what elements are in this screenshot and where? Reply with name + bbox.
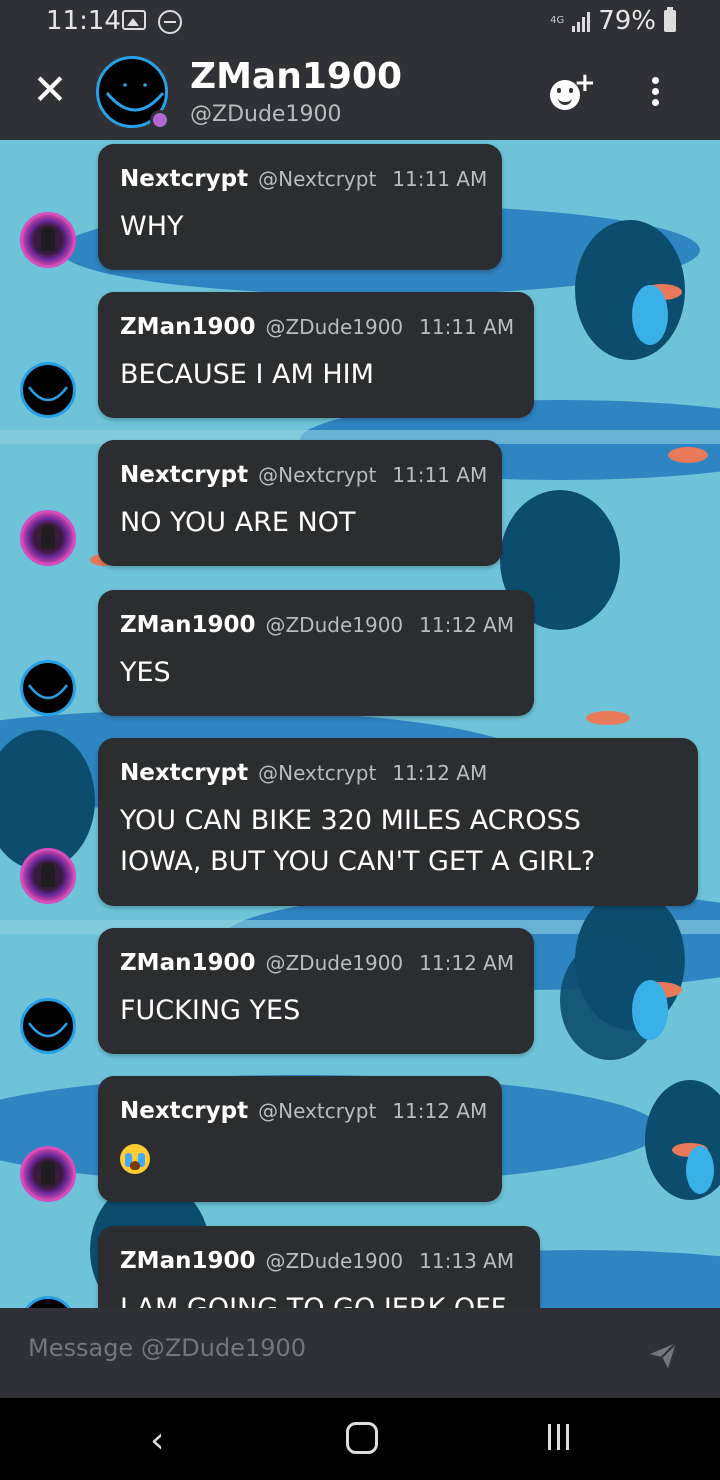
message-author[interactable]: Nextcrypt: [120, 166, 248, 192]
message-timestamp: 11:11 AM: [392, 463, 488, 487]
message-timestamp: 11:12 AM: [419, 613, 515, 637]
message-text: I AM GOING TO GO JERK OFF: [120, 1288, 518, 1308]
status-bar: 11:14 4G 79%: [0, 0, 720, 44]
message-handle: @ZDude1900: [265, 613, 404, 637]
avatar[interactable]: [20, 848, 76, 904]
page-title[interactable]: ZMan1900: [190, 56, 402, 97]
message-composer: Message @ZDude1900: [0, 1308, 720, 1398]
home-icon[interactable]: [346, 1422, 378, 1454]
message-author[interactable]: Nextcrypt: [120, 462, 248, 488]
message-author[interactable]: ZMan1900: [120, 314, 255, 340]
smile-avatar-icon: [27, 1022, 69, 1038]
add-friend-button[interactable]: +: [548, 68, 598, 116]
avatar[interactable]: [20, 660, 76, 716]
plus-icon: +: [574, 68, 596, 98]
message-bubble[interactable]: ZMan1900 @ZDude1900 11:12 AM FUCKING YES: [98, 928, 534, 1054]
avatar[interactable]: [20, 1146, 76, 1202]
signal-icon: [572, 10, 591, 32]
message-list[interactable]: Nextcrypt @Nextcrypt 11:11 AM WHY ZMan19…: [0, 140, 720, 1308]
message-author[interactable]: ZMan1900: [120, 1248, 255, 1274]
status-time: 11:14: [46, 6, 121, 36]
do-not-disturb-icon: [158, 10, 182, 34]
dm-header: ✕ ZMan1900 @ZDude1900 +: [0, 44, 720, 140]
message-text: YOU CAN BIKE 320 MILES ACROSS IOWA, BUT …: [120, 805, 596, 877]
avatar[interactable]: [20, 510, 76, 566]
message-timestamp: 11:12 AM: [419, 951, 515, 975]
message-bubble[interactable]: Nextcrypt @Nextcrypt 11:11 AM WHY: [98, 144, 502, 270]
message-input[interactable]: Message @ZDude1900: [28, 1334, 306, 1362]
message-author[interactable]: ZMan1900: [120, 612, 255, 638]
message-handle: @ZDude1900: [265, 315, 404, 339]
presence-indicator: [150, 110, 170, 130]
message-bubble[interactable]: ZMan1900 @ZDude1900 11:12 AM YES: [98, 590, 534, 716]
message-author[interactable]: ZMan1900: [120, 950, 255, 976]
avatar[interactable]: [20, 362, 76, 418]
message-timestamp: 11:11 AM: [419, 315, 515, 339]
smile-avatar-icon: [27, 684, 69, 700]
message-bubble[interactable]: ZMan1900 @ZDude1900 11:13 AM I AM GOING …: [98, 1226, 540, 1308]
battery-icon: [664, 7, 676, 32]
message-author[interactable]: Nextcrypt: [120, 1098, 248, 1124]
send-icon: [650, 1342, 677, 1368]
user-handle: @ZDude1900: [190, 102, 342, 127]
message-handle: @Nextcrypt: [258, 463, 377, 487]
message-text: [120, 1138, 480, 1186]
avatar[interactable]: [20, 998, 76, 1054]
smile-avatar-icon: [27, 386, 69, 402]
battery-percent: 79%: [598, 6, 656, 36]
network-type-icon: 4G: [550, 15, 565, 26]
loudly-crying-face-emoji: [120, 1144, 150, 1174]
message-author[interactable]: Nextcrypt: [120, 760, 248, 786]
message-handle: @ZDude1900: [265, 951, 404, 975]
message-text: BECAUSE I AM HIM: [120, 359, 374, 390]
close-icon[interactable]: ✕: [30, 69, 70, 111]
send-button[interactable]: [648, 1340, 678, 1370]
message-handle: @Nextcrypt: [258, 1099, 377, 1123]
image-notification-icon: [122, 10, 146, 30]
avatar[interactable]: [20, 212, 76, 268]
message-handle: @ZDude1900: [265, 1249, 404, 1273]
recents-icon[interactable]: [548, 1424, 569, 1450]
message-text: WHY: [120, 211, 184, 242]
message-text: YES: [120, 657, 171, 688]
more-vert-icon[interactable]: [640, 74, 670, 114]
system-nav-bar: ‹: [0, 1398, 720, 1480]
message-bubble[interactable]: Nextcrypt @Nextcrypt 11:11 AM NO YOU ARE…: [98, 440, 502, 566]
message-timestamp: 11:11 AM: [392, 167, 488, 191]
message-timestamp: 11:12 AM: [392, 761, 488, 785]
message-handle: @Nextcrypt: [258, 761, 377, 785]
message-bubble[interactable]: Nextcrypt @Nextcrypt 11:12 AM: [98, 1076, 502, 1202]
message-text: NO YOU ARE NOT: [120, 507, 356, 538]
message-handle: @Nextcrypt: [258, 167, 377, 191]
message-timestamp: 11:13 AM: [419, 1249, 515, 1273]
back-icon[interactable]: ‹: [150, 1420, 180, 1461]
message-text: FUCKING YES: [120, 995, 301, 1026]
message-bubble[interactable]: ZMan1900 @ZDude1900 11:11 AM BECAUSE I A…: [98, 292, 534, 418]
message-timestamp: 11:12 AM: [392, 1099, 488, 1123]
message-bubble[interactable]: Nextcrypt @Nextcrypt 11:12 AM YOU CAN BI…: [98, 738, 698, 906]
